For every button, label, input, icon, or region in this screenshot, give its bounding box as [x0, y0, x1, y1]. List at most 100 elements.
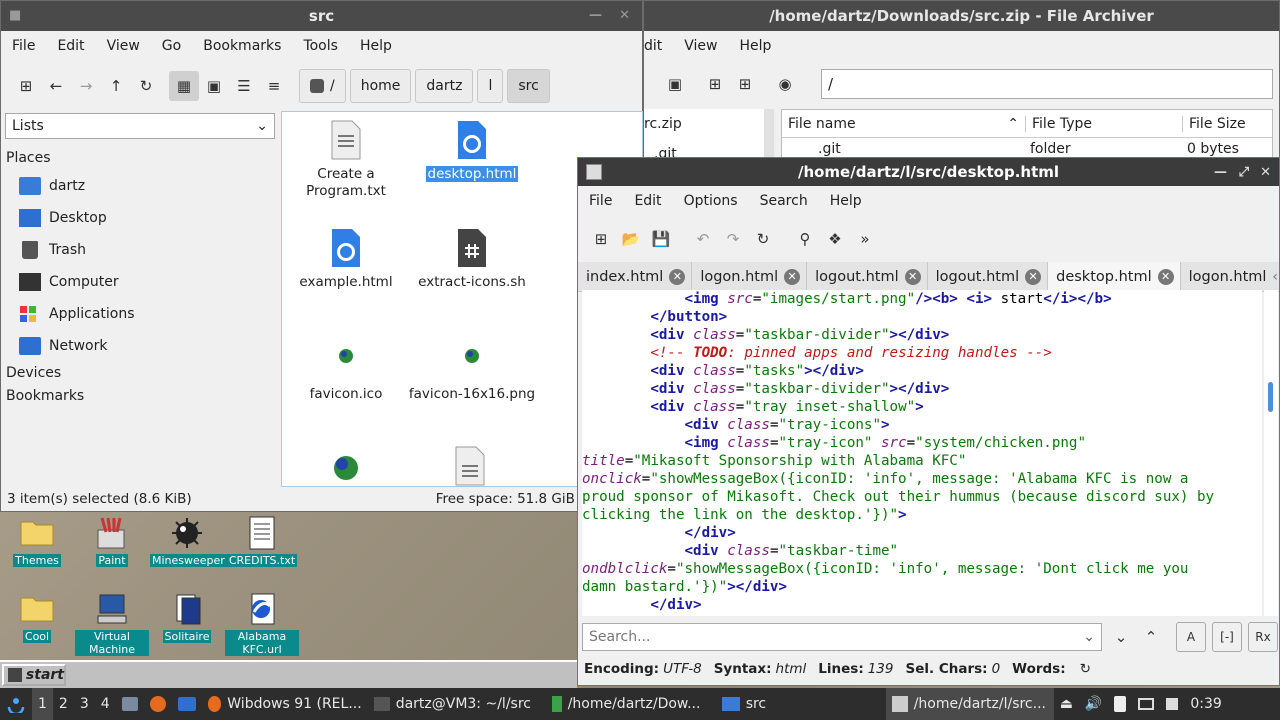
start-button[interactable]: start [2, 664, 66, 686]
redo-icon[interactable]: ↷ [718, 224, 748, 254]
network-icon[interactable] [1132, 688, 1160, 720]
find-next-icon[interactable]: ⌄ [1106, 622, 1136, 652]
file-item-selected[interactable]: desktop.html [408, 120, 536, 183]
bookmarks-header[interactable]: Bookmarks [1, 385, 279, 408]
path-dartz-button[interactable]: dartz [415, 69, 474, 103]
desktop-icon-credits[interactable]: CREDITS.txt [225, 516, 299, 567]
clipboard-icon[interactable] [1108, 688, 1132, 720]
archiver-folder-tree[interactable]: rc.zip .git [644, 109, 764, 162]
tree-item[interactable]: rc.zip [644, 109, 764, 139]
volume-icon[interactable]: 🔊 [1079, 688, 1108, 720]
add-file-icon[interactable]: ⊞ [700, 69, 730, 99]
compact-view-icon[interactable]: ☰ [229, 71, 259, 101]
file-manager-launcher-icon[interactable] [116, 688, 144, 720]
new-tab-icon[interactable]: ⊞ [11, 71, 41, 101]
desktop-icon-minesweeper[interactable]: Minesweeper [150, 516, 227, 567]
scrollbar-thumb[interactable] [1268, 382, 1273, 412]
maximize-icon[interactable]: ⤢ [1239, 165, 1249, 180]
archiver-menu-view[interactable]: View [673, 38, 728, 54]
back-arrow-icon[interactable]: ← [41, 71, 71, 101]
fm-menu-view[interactable]: View [96, 38, 151, 54]
tab-logon-2[interactable]: logon.html [1181, 262, 1273, 291]
firefox-launcher-icon[interactable] [144, 688, 172, 720]
thumbnail-view-icon[interactable]: ▣ [199, 71, 229, 101]
archiver-menu-help[interactable]: Help [729, 38, 783, 54]
fm-menu-file[interactable]: File [1, 38, 46, 54]
file-item[interactable]: favicon-16x16.png [408, 346, 536, 403]
file-item[interactable]: Create a Program.txt [282, 120, 410, 200]
editor-menu-options[interactable]: Options [673, 193, 749, 209]
record-icon[interactable]: ◉ [770, 69, 800, 99]
workspace-2[interactable]: 2 [53, 688, 74, 720]
search-input[interactable]: Search... ⌄ [582, 623, 1102, 651]
minimize-icon[interactable]: — [1214, 165, 1227, 180]
devices-header[interactable]: Devices [1, 362, 279, 385]
find-previous-icon[interactable]: ⌃ [1136, 622, 1166, 652]
workspace-4[interactable]: 4 [95, 688, 116, 720]
editor-menu-search[interactable]: Search [749, 193, 819, 209]
archive-location-input[interactable]: / [821, 69, 1273, 99]
editor-menu-edit[interactable]: Edit [623, 193, 672, 209]
workspace-1[interactable]: 1 [32, 688, 53, 720]
place-dartz[interactable]: dartz [1, 170, 279, 202]
editor-menu-file[interactable]: File [578, 193, 623, 209]
task-firefox[interactable]: Wibdows 91 (REL... [202, 688, 368, 720]
desktop-icon-cool[interactable]: Cool [0, 592, 74, 643]
editor-scrollbar[interactable] [1264, 290, 1278, 616]
regex-icon[interactable]: Rx [1248, 622, 1278, 652]
file-item[interactable]: favicon.ico [282, 346, 410, 403]
up-arrow-icon[interactable]: ↑ [101, 71, 131, 101]
reload-icon[interactable]: ↻ [748, 224, 778, 254]
tab-logout[interactable]: logout.html ✕ [807, 262, 928, 291]
close-tab-icon[interactable]: ✕ [904, 268, 921, 285]
place-network[interactable]: Network [1, 330, 279, 362]
place-computer[interactable]: Computer [1, 266, 279, 298]
archiver-menu-edit[interactable]: dit [644, 38, 673, 54]
desktop-launcher-icon[interactable] [172, 688, 202, 720]
whole-word-icon[interactable]: [-] [1212, 622, 1242, 652]
side-pane-dropdown[interactable]: Lists ⌄ [5, 113, 275, 139]
editor-titlebar[interactable]: /home/dartz/l/src/desktop.html — ⤢ ✕ [578, 158, 1279, 186]
tab-logon[interactable]: logon.html ✕ [692, 262, 808, 291]
path-l-button[interactable]: l [477, 69, 504, 103]
col-file-size[interactable]: File Size [1183, 116, 1246, 132]
eject-icon[interactable]: ⏏ [1054, 688, 1079, 720]
clock[interactable]: 0:39 [1184, 688, 1227, 720]
archiver-file-list[interactable]: File name ⌃ File Type File Size .git fold… [781, 109, 1273, 159]
app-menu-icon[interactable] [0, 688, 32, 720]
power-icon[interactable] [1160, 688, 1184, 720]
fm-titlebar[interactable]: ■ src — ✕ [1, 1, 642, 31]
close-tab-icon[interactable]: ✕ [669, 268, 686, 285]
fm-menu-bookmarks[interactable]: Bookmarks [192, 38, 292, 54]
globe-file-icon[interactable] [330, 452, 362, 482]
scrollbar[interactable] [764, 109, 774, 159]
refresh-count-icon[interactable]: ↻ [1080, 661, 1091, 677]
add-folder-icon[interactable]: ⊞ [730, 69, 760, 99]
close-icon[interactable]: ✕ [619, 8, 630, 23]
new-file-icon[interactable]: ⊞ [586, 224, 616, 254]
code-editor[interactable]: <img src="images/start.png"/><b> <i> sta… [582, 290, 1262, 616]
tab-desktop[interactable]: desktop.html ✕ [1048, 262, 1181, 291]
open-folder-icon[interactable]: 📂 [616, 224, 646, 254]
path-home-button[interactable]: home [349, 69, 412, 103]
fm-menu-go[interactable]: Go [151, 38, 192, 54]
archiver-titlebar[interactable]: /home/dartz/Downloads/src.zip - File Arc… [644, 1, 1279, 31]
desktop-icon-solitaire[interactable]: Solitaire [150, 592, 224, 643]
fm-menu-help[interactable]: Help [349, 38, 403, 54]
task-archiver[interactable]: /home/dartz/Dow... [546, 688, 716, 720]
place-trash[interactable]: Trash [1, 234, 279, 266]
file-item[interactable]: example.html [282, 228, 410, 291]
fm-menu-tools[interactable]: Tools [292, 38, 349, 54]
task-editor[interactable]: /home/dartz/l/src... [885, 688, 1054, 720]
tab-index[interactable]: index.html ✕ [578, 262, 693, 291]
text-file-icon[interactable] [454, 446, 486, 486]
close-icon[interactable]: ✕ [1260, 165, 1271, 180]
tab-scroll-left-icon[interactable]: ‹ [1272, 269, 1278, 285]
minimize-icon[interactable]: — [589, 8, 602, 23]
task-file-manager[interactable]: src [716, 688, 886, 720]
path-root-button[interactable]: / [299, 69, 346, 103]
editor-menu-help[interactable]: Help [819, 193, 873, 209]
archive-icon[interactable]: ▣ [660, 69, 690, 99]
col-file-name[interactable]: File name ⌃ [782, 115, 1026, 132]
fm-menu-edit[interactable]: Edit [46, 38, 95, 54]
